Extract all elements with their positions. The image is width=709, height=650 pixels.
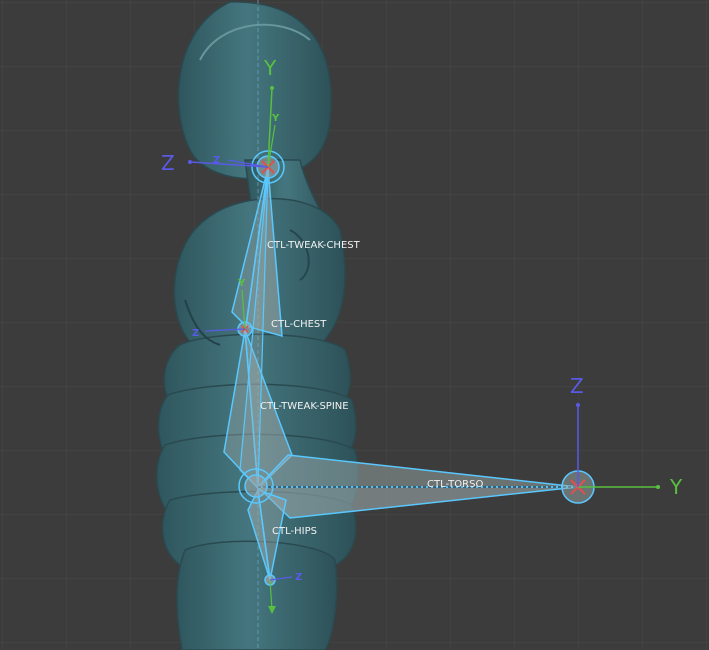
viewport-grid <box>0 0 709 650</box>
axis-label-z: Z <box>570 374 584 398</box>
bone-label-chest: CTL-CHEST <box>271 319 327 330</box>
axis-label-small-z: Z <box>192 328 199 339</box>
axis-label-small-y: Y <box>237 278 246 289</box>
axis-label-y: Y <box>669 475 683 499</box>
bone-label-tweak-chest: CTL-TWEAK-CHEST <box>267 240 361 251</box>
bone-label-torso: CTL-TORSO <box>427 479 483 490</box>
bone-label-hips: CTL-HIPS <box>272 526 317 537</box>
axis-label-small-z: Z <box>213 155 220 166</box>
bone-label-tweak-spine: CTL-TWEAK-SPINE <box>260 401 349 412</box>
axis-label-y: Y <box>263 56 277 80</box>
3d-viewport[interactable]: Y Z Y Z Y Z Y Z Z CTL-TWEAK-CHEST CTL-CH… <box>0 0 709 650</box>
axis-label-small-z: Z <box>295 572 302 583</box>
axis-label-small-y: Y <box>271 113 280 124</box>
axis-label-z: Z <box>161 151 175 175</box>
